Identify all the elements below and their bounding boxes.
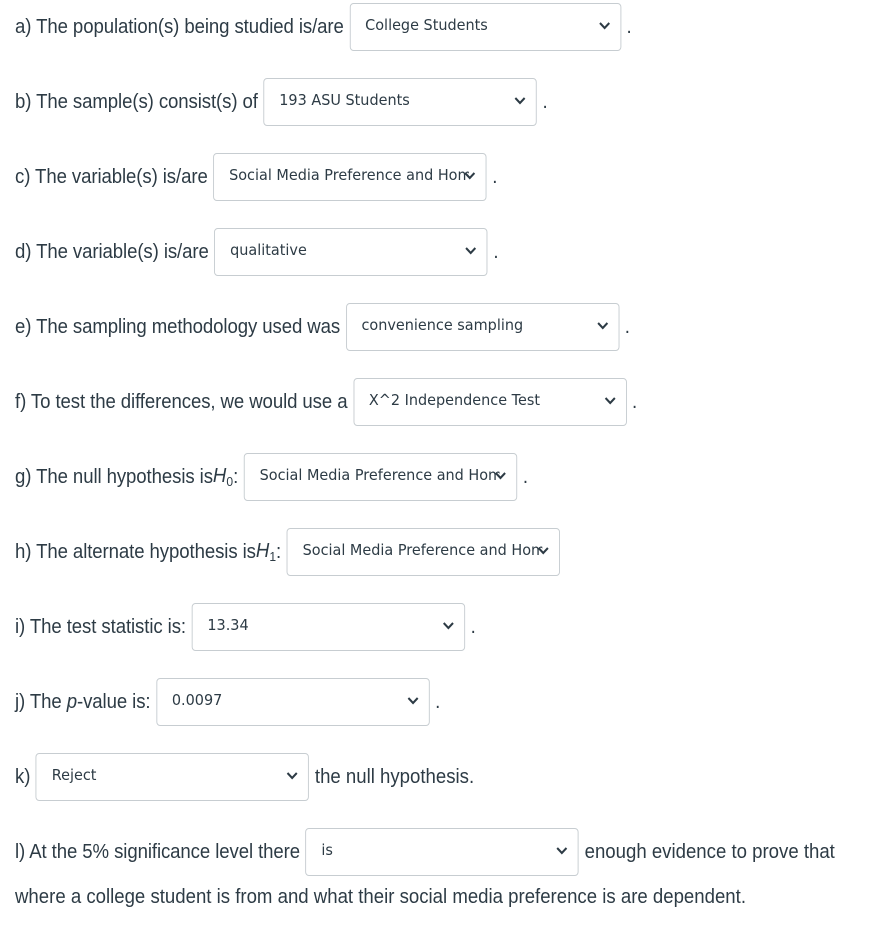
question-c-label: c) The variable(s) is/are bbox=[15, 165, 208, 188]
variable-type-select[interactable]: qualitative bbox=[214, 228, 488, 276]
question-e: e) The sampling methodology used was con… bbox=[15, 303, 630, 351]
question-j-label: j) The p-value is: bbox=[15, 690, 151, 713]
alternate-hypothesis-select[interactable]: Social Media Preference and Hometown bbox=[286, 528, 561, 576]
question-h: h) The alternate hypothesis is H1 : Soci… bbox=[15, 528, 561, 576]
question-h-colon: : bbox=[276, 540, 282, 563]
question-a-period: . bbox=[626, 15, 632, 38]
question-f-label: f) To test the differences, we would use… bbox=[15, 390, 348, 413]
test-statistic-select-value: 13.34 bbox=[207, 616, 249, 634]
p-value-select-value: 0.0097 bbox=[171, 691, 223, 709]
alternate-hypothesis-select-value: Social Media Preference and Hometown bbox=[302, 541, 543, 559]
question-l-after-text: enough evidence to prove that bbox=[584, 840, 835, 863]
question-j: j) The p-value is: 0.0097 . bbox=[15, 678, 440, 726]
question-e-period: . bbox=[624, 315, 630, 338]
population-select-value: College Students bbox=[365, 16, 488, 34]
chevron-down-icon bbox=[465, 247, 477, 255]
population-select[interactable]: College Students bbox=[349, 3, 621, 51]
question-j-period: . bbox=[435, 690, 441, 713]
question-b: b) The sample(s) consist(s) of 193 ASU S… bbox=[15, 78, 548, 126]
chevron-down-icon bbox=[598, 22, 610, 30]
null-hypothesis-select[interactable]: Social Media Preference and Hometown bbox=[243, 453, 518, 501]
chevron-down-icon bbox=[287, 772, 298, 780]
sampling-method-select-value: convenience sampling bbox=[361, 316, 524, 334]
chevron-down-icon bbox=[407, 697, 419, 705]
test-select[interactable]: X^2 Independence Test bbox=[353, 378, 627, 426]
question-a: a) The population(s) being studied is/ar… bbox=[15, 3, 632, 51]
variable-type-select-value: qualitative bbox=[230, 241, 307, 259]
null-hypothesis-select-value: Social Media Preference and Hometown bbox=[259, 466, 500, 484]
chevron-down-icon bbox=[538, 547, 549, 555]
question-i-period: . bbox=[470, 615, 476, 638]
question-g-label: g) The null hypothesis is bbox=[15, 465, 213, 488]
variables-select-value: Social Media Preference and Hometown bbox=[229, 166, 469, 184]
question-g-colon: : bbox=[233, 465, 239, 488]
chevron-down-icon bbox=[514, 97, 526, 105]
question-b-period: . bbox=[542, 90, 548, 113]
decision-select-value: Reject bbox=[51, 766, 97, 784]
question-d-period: . bbox=[493, 240, 499, 263]
h0-symbol: H0 bbox=[212, 465, 234, 489]
question-c: c) The variable(s) is/are Social Media P… bbox=[15, 153, 497, 201]
evidence-select-value: is bbox=[321, 841, 333, 859]
question-e-label: e) The sampling methodology used was bbox=[15, 315, 341, 338]
question-i-label: i) The test statistic is: bbox=[15, 615, 186, 638]
question-k-after-text: the null hypothesis. bbox=[314, 765, 475, 788]
p-value-select[interactable]: 0.0097 bbox=[156, 678, 430, 726]
chevron-down-icon bbox=[464, 172, 476, 180]
chevron-down-icon bbox=[604, 397, 616, 405]
question-g: g) The null hypothesis is H0 : Social Me… bbox=[15, 453, 528, 501]
evidence-select[interactable]: is bbox=[305, 828, 580, 876]
sample-select[interactable]: 193 ASU Students bbox=[263, 78, 537, 126]
question-f: f) To test the differences, we would use… bbox=[15, 378, 637, 426]
test-statistic-select[interactable]: 13.34 bbox=[191, 603, 465, 651]
chevron-down-icon bbox=[556, 847, 568, 855]
h1-symbol: H1 bbox=[255, 540, 277, 564]
question-i: i) The test statistic is: 13.34 . bbox=[15, 603, 476, 651]
question-c-period: . bbox=[492, 165, 498, 188]
sampling-method-select[interactable]: convenience sampling bbox=[345, 303, 620, 351]
question-l-continuation: where a college student is from and what… bbox=[15, 886, 746, 908]
chevron-down-icon bbox=[596, 322, 608, 330]
question-a-label: a) The population(s) being studied is/ar… bbox=[15, 15, 344, 38]
question-h-label: h) The alternate hypothesis is bbox=[15, 540, 256, 563]
question-b-label: b) The sample(s) consist(s) of bbox=[15, 90, 258, 113]
question-l: l) At the 5% significance level there is… bbox=[15, 828, 835, 876]
question-g-period: . bbox=[522, 465, 529, 488]
question-k: k) Reject the null hypothesis. bbox=[15, 753, 474, 801]
question-k-label: k) bbox=[15, 765, 31, 788]
question-d-label: d) The variable(s) is/are bbox=[15, 240, 209, 263]
variables-select[interactable]: Social Media Preference and Hometown bbox=[213, 153, 487, 201]
question-f-period: . bbox=[632, 390, 638, 413]
chevron-down-icon bbox=[442, 622, 454, 630]
question-l-label: l) At the 5% significance level there bbox=[15, 840, 301, 863]
test-select-value: X^2 Independence Test bbox=[368, 391, 541, 409]
sample-select-value: 193 ASU Students bbox=[279, 91, 410, 109]
chevron-down-icon bbox=[495, 472, 506, 480]
question-d: d) The variable(s) is/are qualitative . bbox=[15, 228, 498, 276]
decision-select[interactable]: Reject bbox=[35, 753, 310, 801]
